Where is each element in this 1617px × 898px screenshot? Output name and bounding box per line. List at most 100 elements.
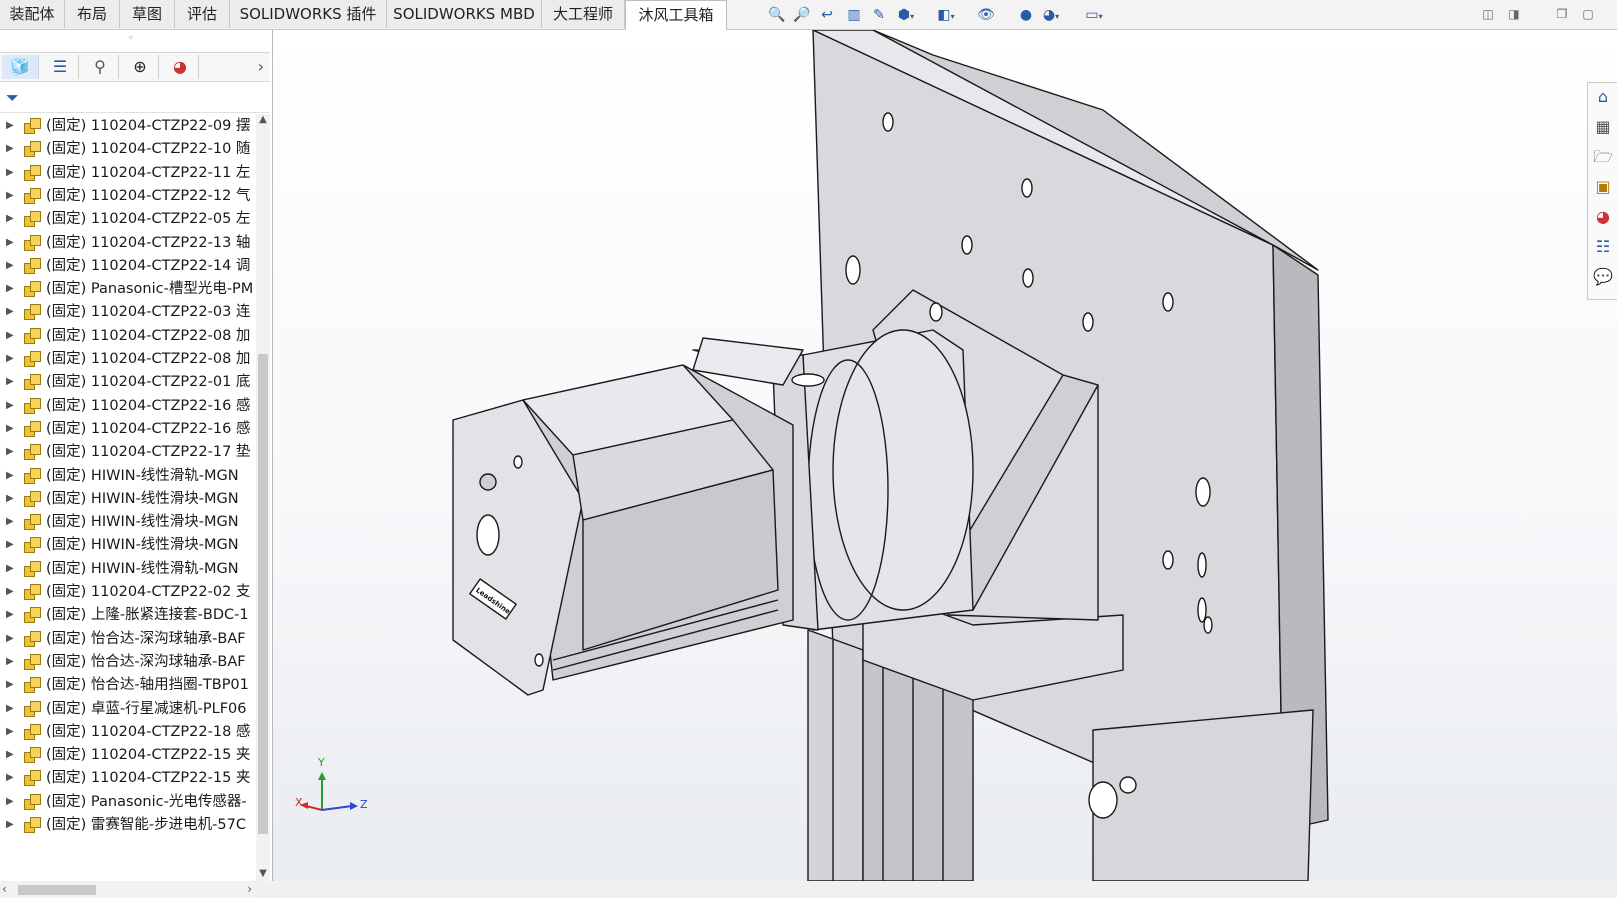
tree-item[interactable]: ▶ (固定) 110204-CTZP22-16 感 (0, 394, 256, 418)
section-view-icon[interactable]: ▥ (845, 6, 863, 24)
tree-item[interactable]: ▶ (固定) HIWIN-线性滑块-MGN (0, 533, 256, 557)
tree-item[interactable]: ▶ (固定) 110204-CTZP22-11 左 (0, 161, 256, 185)
expand-arrow-icon[interactable]: ▶ (6, 324, 14, 348)
expand-arrow-icon[interactable]: ▶ (6, 557, 14, 581)
maximize-window-icon[interactable]: ▢ (1580, 6, 1596, 22)
configuration-manager-icon[interactable]: ⚲ (82, 55, 119, 79)
tree-item[interactable]: ▶ (固定) 110204-CTZP22-01 底 (0, 370, 256, 394)
expand-arrow-icon[interactable]: ▶ (6, 673, 14, 697)
expand-arrow-icon[interactable]: ▶ (6, 277, 14, 301)
tree-item[interactable]: ▶ (固定) HIWIN-线性滑轨-MGN (0, 464, 256, 488)
tab-sketch[interactable]: 草图 (120, 0, 175, 28)
tab-big-engineer[interactable]: 大工程师 (542, 0, 625, 28)
custom-properties-icon[interactable]: ☷ (1591, 235, 1615, 259)
scroll-right-icon[interactable]: › (247, 882, 252, 896)
zoom-to-fit-icon[interactable]: 🔍 (768, 6, 786, 24)
graphics-viewport[interactable]: Leadshine (273, 29, 1617, 882)
expand-arrow-icon[interactable]: ▶ (6, 300, 14, 324)
tree-item[interactable]: ▶ (固定) 110204-CTZP22-13 轴 (0, 231, 256, 255)
tree-item[interactable]: ▶ (固定) 110204-CTZP22-08 加 (0, 347, 256, 371)
scroll-left-icon[interactable]: ‹ (2, 882, 7, 896)
expand-arrow-icon[interactable]: ▶ (6, 813, 14, 837)
home-icon[interactable]: ⌂ (1591, 85, 1615, 109)
expand-arrow-icon[interactable]: ▶ (6, 114, 14, 138)
property-manager-icon[interactable]: ☰ (42, 55, 79, 79)
expand-arrow-icon[interactable]: ▶ (6, 394, 14, 418)
tree-item[interactable]: ▶ (固定) 110204-CTZP22-05 左 (0, 207, 256, 231)
tab-assembly[interactable]: 装配体 (0, 0, 65, 28)
expand-arrow-icon[interactable]: ▶ (6, 697, 14, 721)
assembly-model[interactable] (273, 29, 1617, 882)
tree-item[interactable]: ▶ (固定) 110204-CTZP22-03 连 (0, 300, 256, 324)
expand-arrow-icon[interactable]: ▶ (6, 161, 14, 185)
view-settings-icon[interactable]: ▭▾ (1085, 6, 1103, 24)
scroll-thumb[interactable] (258, 354, 268, 834)
expand-arrow-icon[interactable]: ▶ (6, 254, 14, 278)
view-orientation-icon[interactable]: ⬢▾ (897, 6, 915, 24)
tab-mufeng-toolbox[interactable]: 沐风工具箱 (625, 0, 727, 30)
edit-appearance-icon[interactable]: ● (1017, 6, 1035, 24)
apply-scene-icon[interactable]: ◕▾ (1042, 6, 1060, 24)
scroll-thumb-horizontal[interactable] (18, 885, 96, 895)
expand-arrow-icon[interactable]: ▶ (6, 417, 14, 441)
tree-item[interactable]: ▶ (固定) 110204-CTZP22-15 夹 (0, 743, 256, 767)
scroll-up-icon[interactable]: ▲ (256, 114, 270, 128)
tree-item[interactable]: ▶ (固定) 110204-CTZP22-02 支 (0, 580, 256, 604)
tree-item[interactable]: ▶ (固定) 110204-CTZP22-14 调 (0, 254, 256, 278)
expand-arrow-icon[interactable]: ▶ (6, 720, 14, 744)
expand-arrow-icon[interactable]: ▶ (6, 533, 14, 557)
view-palette-icon[interactable]: ▣ (1591, 175, 1615, 199)
hide-show-icon[interactable]: 👁▾ (977, 6, 995, 39)
expand-arrow-icon[interactable]: ▶ (6, 207, 14, 231)
tab-solidworks-addins[interactable]: SOLIDWORKS 插件 (230, 0, 387, 28)
expand-arrow-icon[interactable]: ▶ (6, 184, 14, 208)
tree-item[interactable]: ▶ (固定) HIWIN-线性滑块-MGN (0, 510, 256, 534)
expand-arrow-icon[interactable]: ▶ (6, 510, 14, 534)
filter-icon[interactable]: ⏷ (6, 88, 19, 108)
tab-solidworks-mbd[interactable]: SOLIDWORKS MBD (387, 0, 542, 28)
expand-arrow-icon[interactable]: ▶ (6, 650, 14, 674)
tree-item[interactable]: ▶ (固定) 雷赛智能-步进电机-57C (0, 813, 256, 837)
tree-item[interactable]: ▶ (固定) HIWIN-线性滑块-MGN (0, 487, 256, 511)
expand-arrow-icon[interactable]: ▶ (6, 743, 14, 767)
expand-arrow-icon[interactable]: ▶ (6, 603, 14, 627)
feature-manager-icon[interactable]: 🧊 (2, 55, 39, 79)
expand-arrow-icon[interactable]: ▶ (6, 487, 14, 511)
display-style-icon[interactable]: ◧▾ (937, 6, 955, 24)
tree-item[interactable]: ▶ (固定) Panasonic-槽型光电-PM (0, 277, 256, 301)
expand-arrow-icon[interactable]: ▶ (6, 790, 14, 814)
tab-evaluate[interactable]: 评估 (175, 0, 230, 28)
zoom-area-icon[interactable]: 🔎 (793, 6, 811, 24)
scroll-down-icon[interactable]: ▼ (256, 868, 270, 882)
tree-item[interactable]: ▶ (固定) 110204-CTZP22-12 气 (0, 184, 256, 208)
forum-icon[interactable]: 💬 (1591, 265, 1615, 289)
tile-left-icon[interactable]: ◫ (1480, 6, 1496, 22)
tree-item[interactable]: ▶ (固定) 110204-CTZP22-18 感 (0, 720, 256, 744)
expand-arrow-icon[interactable]: ▶ (6, 766, 14, 790)
tree-item[interactable]: ▶ (固定) 上隆-胀紧连接套-BDC-1 (0, 603, 256, 627)
expand-arrow-icon[interactable]: ▶ (6, 464, 14, 488)
tree-horizontal-scrollbar[interactable]: ‹ › (0, 882, 256, 898)
tree-vertical-scrollbar[interactable]: ▲ ▼ (256, 114, 270, 882)
expand-arrow-icon[interactable]: ▶ (6, 137, 14, 161)
pane-grip-icon[interactable]: ◦ (128, 33, 134, 44)
dimxpert-icon[interactable]: ⊕ (122, 55, 159, 79)
expand-arrow-icon[interactable]: ▶ (6, 627, 14, 651)
tree-item[interactable]: ▶ (固定) 110204-CTZP22-17 垫 (0, 440, 256, 464)
expand-arrow-icon[interactable]: ▶ (6, 580, 14, 604)
file-explorer-icon[interactable]: 🗁 (1591, 145, 1615, 169)
restore-window-icon[interactable]: ❐ (1554, 6, 1570, 22)
tree-item[interactable]: ▶ (固定) 110204-CTZP22-08 加 (0, 324, 256, 348)
appearances-icon[interactable]: ◕ (1591, 205, 1615, 229)
tree-item[interactable]: ▶ (固定) 怡合达-轴用挡圈-TBP01 (0, 673, 256, 697)
tile-right-icon[interactable]: ◨ (1506, 6, 1522, 22)
expand-arrow-icon[interactable]: ▶ (6, 347, 14, 371)
previous-view-icon[interactable]: ↩ (818, 6, 836, 24)
tab-layout[interactable]: 布局 (65, 0, 120, 28)
display-manager-icon[interactable]: ◕ (162, 55, 199, 79)
chevron-right-icon[interactable]: › (258, 55, 264, 79)
tree-item[interactable]: ▶ (固定) 110204-CTZP22-15 夹 (0, 766, 256, 790)
design-library-icon[interactable]: ▦ (1591, 115, 1615, 139)
expand-arrow-icon[interactable]: ▶ (6, 231, 14, 255)
tree-item[interactable]: ▶ (固定) 110204-CTZP22-10 随 (0, 137, 256, 161)
